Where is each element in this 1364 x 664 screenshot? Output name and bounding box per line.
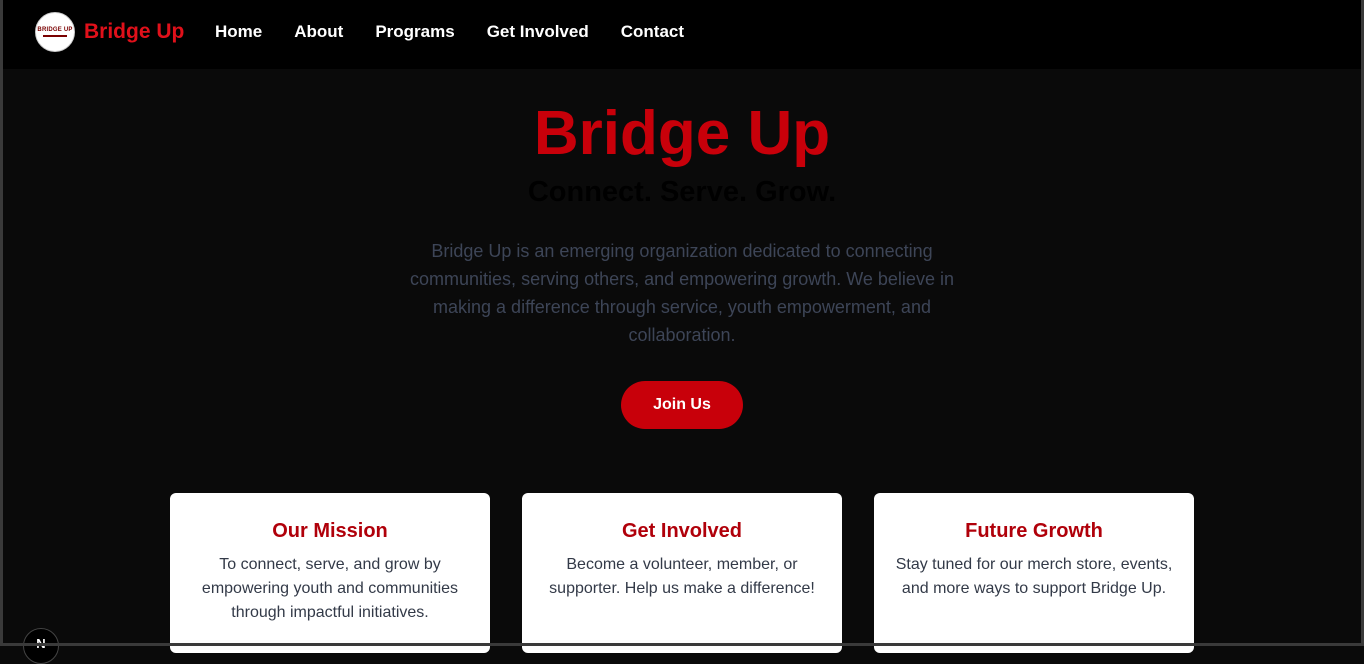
nav-link-get-involved[interactable]: Get Involved [487,22,589,42]
card-title: Future Growth [965,520,1103,542]
hero-description: Bridge Up is an emerging organization de… [410,241,954,345]
floating-badge-button[interactable]: N [23,628,59,664]
card-our-mission: Our Mission To connect, serve, and grow … [170,493,490,653]
hero-title: Bridge Up [533,99,831,168]
brand-name[interactable]: Bridge Up [84,20,184,44]
join-us-button[interactable]: Join Us [621,381,743,429]
card-title: Our Mission [272,520,388,542]
window-border-left [0,0,3,646]
logo[interactable]: BRIDGE UP [35,12,75,52]
navbar: BRIDGE UP Bridge Up Home About Programs … [3,0,1361,69]
card-future-growth: Future Growth Stay tuned for our merch s… [874,493,1194,653]
nav-link-home[interactable]: Home [215,22,262,42]
card-get-involved: Get Involved Become a volunteer, member,… [522,493,842,653]
card-text: Become a volunteer, member, or supporter… [549,556,815,597]
card-text: To connect, serve, and grow by empowerin… [201,556,459,621]
nav-link-contact[interactable]: Contact [621,22,684,42]
nav-link-programs[interactable]: Programs [375,22,454,42]
logo-text: BRIDGE UP [37,27,73,34]
nav-link-about[interactable]: About [294,22,343,42]
nav-links: Home About Programs Get Involved Contact [215,22,716,42]
hero-subtitle: Connect. Serve. Grow. [527,176,837,208]
card-title: Get Involved [621,520,743,542]
card-text: Stay tuned for our merch store, events, … [895,556,1173,597]
logo-underline [43,35,67,37]
